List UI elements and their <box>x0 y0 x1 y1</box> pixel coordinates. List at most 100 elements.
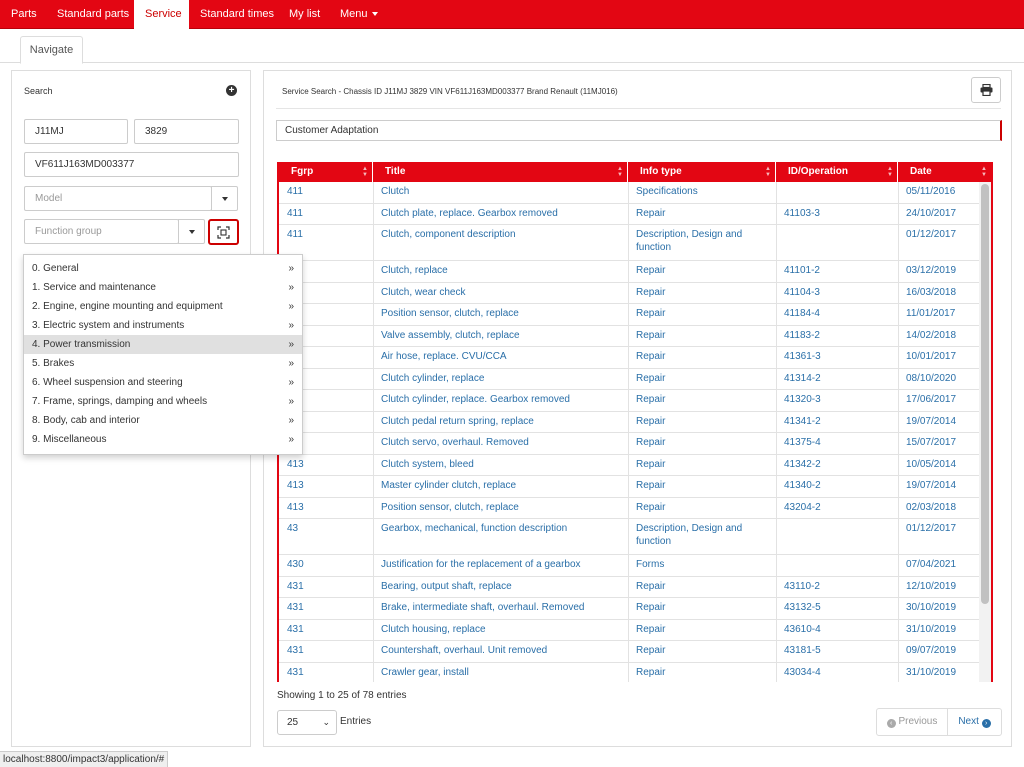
table-row[interactable]: 431 Crawler gear, install Repair 43034-4 31/… <box>279 663 979 683</box>
table-row[interactable]: Position sensor, clutch, replace Repair 41… <box>279 304 979 326</box>
model-select[interactable]: Model <box>24 186 212 211</box>
menu-item-engine[interactable]: 2. Engine, engine mounting and equipment… <box>24 297 302 316</box>
table-row[interactable]: Clutch cylinder, replace. Gearbox remove… <box>279 390 979 412</box>
column-divider <box>898 182 899 682</box>
cell-id-operation: 41320-3 <box>784 394 821 405</box>
cell-fgrp: 411 <box>287 229 303 240</box>
table-row[interactable]: 431 Countershaft, overhaul. Unit removed R… <box>279 641 979 663</box>
table-row[interactable]: Clutch, wear check Repair 41104-3 16/03/201… <box>279 283 979 304</box>
cell-date: 24/10/2017 <box>906 207 957 219</box>
menu-item-body[interactable]: 8. Body, cab and interior » <box>24 411 302 430</box>
search-panel-title: Search <box>24 86 53 96</box>
cell-title[interactable]: Position sensor, clutch, replace <box>373 501 618 514</box>
table-scrollbar[interactable] <box>979 182 991 682</box>
table-row[interactable]: Valve assembly, clutch, replace Repair 411… <box>279 326 979 347</box>
cell-title[interactable]: Clutch cylinder, replace. Gearbox remove… <box>373 393 618 406</box>
table-row[interactable]: 43 Gearbox, mechanical, function descript… <box>279 519 979 555</box>
column-header-info-type[interactable]: Info type ▲ ▼ <box>628 162 776 182</box>
function-group-dropdown-button[interactable] <box>178 219 205 244</box>
nav-standard-parts[interactable]: Standard parts <box>46 0 140 29</box>
cell-date: 17/06/2017 <box>906 394 957 405</box>
function-group-select[interactable]: Function group <box>24 219 179 244</box>
table-row[interactable]: 413 Position sensor, clutch, replace Repai… <box>279 498 979 519</box>
cell-date: 02/03/2018 <box>906 501 957 513</box>
table-row[interactable]: Clutch pedal return spring, replace Repai… <box>279 412 979 433</box>
cell-title[interactable]: Clutch, wear check <box>373 286 618 299</box>
column-header-date[interactable]: Date ▲ ▼ <box>898 162 991 182</box>
menu-item-electric[interactable]: 3. Electric system and instruments » <box>24 316 302 335</box>
menu-item-general[interactable]: 0. General » <box>24 259 302 278</box>
add-circle-icon[interactable]: + <box>226 85 237 96</box>
table-row[interactable]: 411 Clutch, component description Descript… <box>279 225 979 261</box>
cell-title[interactable]: Clutch pedal return spring, replace <box>373 415 618 428</box>
cell-title[interactable]: Position sensor, clutch, replace <box>373 307 618 320</box>
table-row[interactable]: 413 Master cylinder clutch, replace Repair… <box>279 476 979 498</box>
cell-title[interactable]: Clutch cylinder, replace <box>373 372 618 385</box>
table-row[interactable]: 413 Clutch system, bleed Repair 41342-2 10/0… <box>279 455 979 476</box>
cell-title[interactable]: Clutch plate, replace. Gearbox removed <box>373 207 618 220</box>
menu-item-wheel-suspension[interactable]: 6. Wheel suspension and steering » <box>24 373 302 392</box>
table-row[interactable]: Clutch, replace Repair 41101-2 03/12/2019 <box>279 261 979 283</box>
table-row[interactable]: 430 Justification for the replacement of … <box>279 555 979 577</box>
nav-service[interactable]: Service <box>134 0 189 29</box>
cell-title[interactable]: Clutch housing, replace <box>373 623 618 636</box>
table-row[interactable]: 411 Clutch plate, replace. Gearbox remove… <box>279 204 979 225</box>
cell-title[interactable]: Clutch servo, overhaul. Removed <box>373 436 618 449</box>
nav-my-list[interactable]: My list <box>278 0 331 29</box>
cell-title[interactable]: Brake, intermediate shaft, overhaul. Rem… <box>373 601 618 614</box>
cell-title[interactable]: Justification for the replacement of a g… <box>373 558 618 571</box>
nav-standard-times[interactable]: Standard times <box>189 0 285 29</box>
page-length-select[interactable]: 25 ⌄ <box>277 710 337 735</box>
cell-title[interactable]: Clutch, component description <box>373 228 618 241</box>
previous-label: Previous <box>898 716 938 727</box>
table-row[interactable]: Air hose, replace. CVU/CCA Repair 41361-3 1… <box>279 347 979 369</box>
cell-title[interactable]: Valve assembly, clutch, replace <box>373 329 618 342</box>
cell-title[interactable]: Clutch system, bleed <box>373 458 618 471</box>
menu-item-frame[interactable]: 7. Frame, springs, damping and wheels » <box>24 392 302 411</box>
menu-item-miscellaneous[interactable]: 9. Miscellaneous » <box>24 430 302 449</box>
cell-title[interactable]: Crawler gear, install <box>373 666 618 679</box>
customer-adaptation-box[interactable]: Customer Adaptation <box>276 120 1002 141</box>
nav-parts[interactable]: Parts <box>0 0 48 29</box>
chassis-number-field[interactable]: 3829 <box>134 119 239 144</box>
cell-title[interactable]: Clutch, replace <box>373 264 618 277</box>
column-header-label: Fgrp <box>291 166 314 177</box>
table-row[interactable]: Clutch cylinder, replace Repair 41314-2 08/… <box>279 369 979 390</box>
cell-title[interactable]: Master cylinder clutch, replace <box>373 479 618 492</box>
cell-title[interactable]: Clutch <box>373 185 618 198</box>
scrollbar-thumb[interactable] <box>981 184 989 604</box>
chassis-series-field[interactable]: J11MJ <box>24 119 128 144</box>
menu-item-brakes[interactable]: 5. Brakes » <box>24 354 302 373</box>
cell-info-type: Repair <box>636 580 666 592</box>
table-row[interactable]: 411 Clutch Specifications 05/11/2016 <box>279 182 979 204</box>
menu-item-power-transmission[interactable]: 4. Power transmission » <box>24 335 302 354</box>
menu-item-service-maintenance[interactable]: 1. Service and maintenance » <box>24 278 302 297</box>
cell-title[interactable]: Air hose, replace. CVU/CCA <box>373 350 618 363</box>
vin-field[interactable]: VF611J163MD003377 <box>24 152 239 177</box>
column-header-title[interactable]: Title ▲ ▼ <box>373 162 628 182</box>
column-header-fgrp[interactable]: Fgrp ▲ ▼ <box>279 162 373 182</box>
function-group-picker-button[interactable] <box>208 219 239 245</box>
column-header-id-operation[interactable]: ID/Operation ▲ ▼ <box>776 162 898 182</box>
tab-navigate[interactable]: Navigate <box>20 36 83 64</box>
model-dropdown-button[interactable] <box>211 186 238 211</box>
table-row[interactable]: 431 Clutch housing, replace Repair 43610-4 3… <box>279 620 979 641</box>
menu-item-label: 3. Electric system and instruments <box>32 320 185 331</box>
cell-info-type: Forms <box>636 559 665 570</box>
cell-id-operation: 41341-2 <box>784 415 821 427</box>
next-page-button[interactable]: Next › <box>948 709 1001 735</box>
table-row[interactable]: 431 Brake, intermediate shaft, overhaul. … <box>279 598 979 620</box>
cell-title[interactable]: Countershaft, overhaul. Unit removed <box>373 644 618 657</box>
previous-page-button[interactable]: ‹ Previous <box>877 709 948 735</box>
chevron-left-circle-icon: ‹ <box>886 719 896 728</box>
cell-title[interactable]: Bearing, output shaft, replace <box>373 580 618 593</box>
pagination: ‹ Previous Next › <box>876 708 1002 736</box>
nav-menu[interactable]: Menu <box>329 0 389 29</box>
cell-title[interactable]: Gearbox, mechanical, function descriptio… <box>373 522 618 535</box>
next-label: Next <box>958 716 979 727</box>
print-button[interactable] <box>971 77 1001 103</box>
table-row[interactable]: 431 Bearing, output shaft, replace Repair 4… <box>279 577 979 598</box>
column-header-label: Date <box>910 166 932 177</box>
cell-id-operation: 41183-2 <box>784 329 820 341</box>
table-row[interactable]: Clutch servo, overhaul. Removed Repair 413… <box>279 433 979 455</box>
